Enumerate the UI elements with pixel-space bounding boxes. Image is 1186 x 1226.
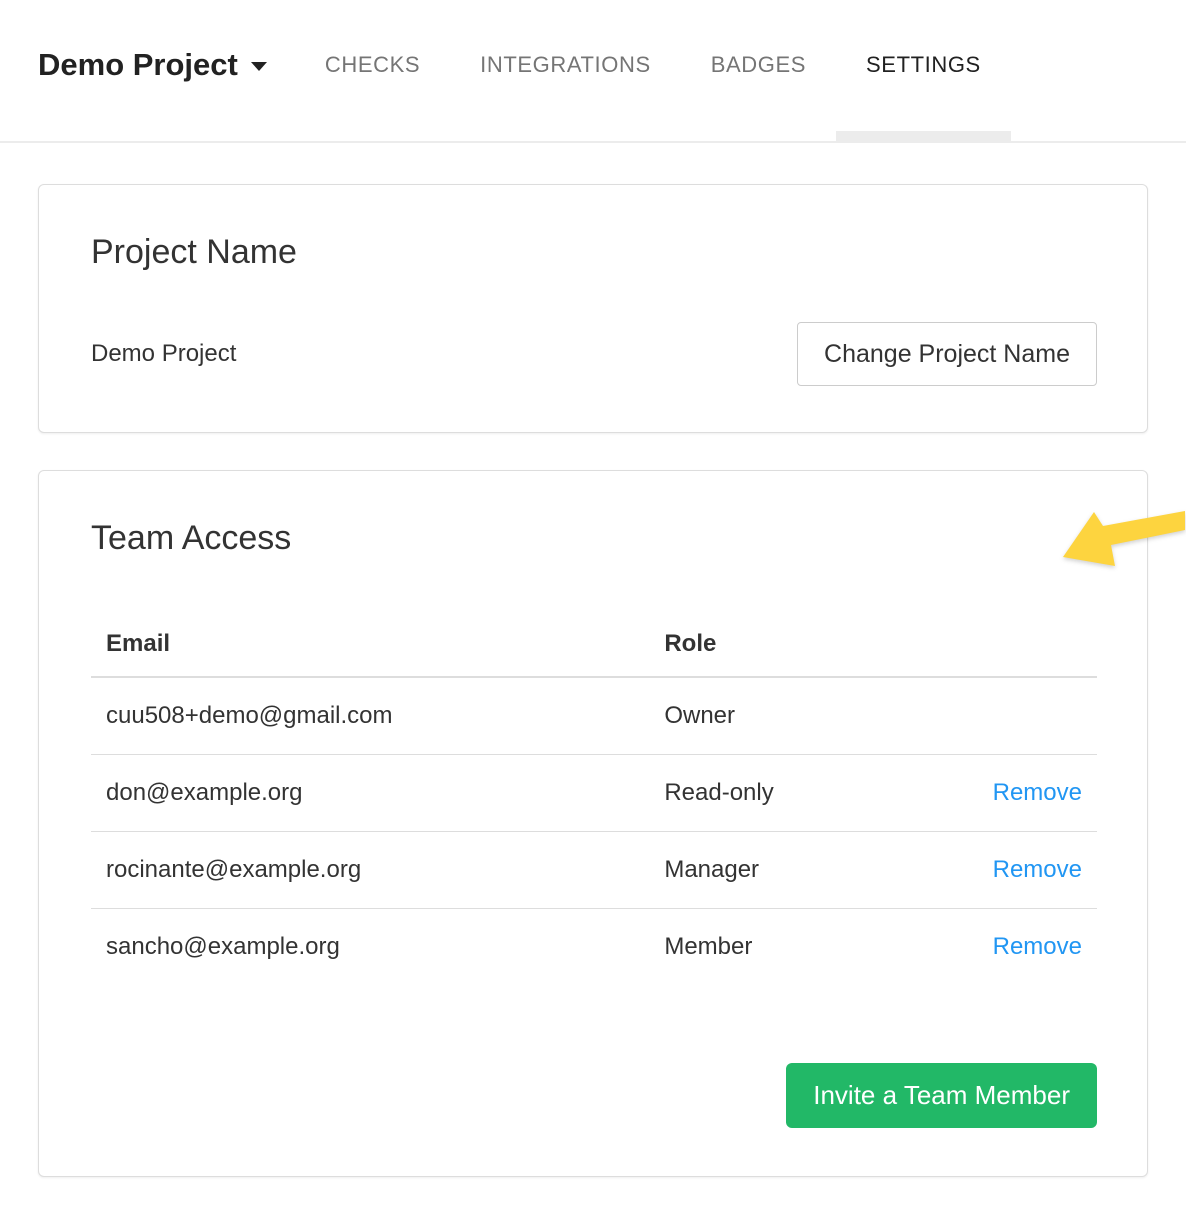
caret-down-icon <box>251 62 267 71</box>
member-action-cell: Remove <box>961 909 1097 986</box>
tab-badges[interactable]: BADGES <box>681 0 836 141</box>
remove-member-link[interactable]: Remove <box>993 856 1082 883</box>
member-email: don@example.org <box>91 755 649 832</box>
column-header-role: Role <box>649 618 961 677</box>
member-action-cell: Remove <box>961 755 1097 832</box>
table-row: don@example.org Read-only Remove <box>91 755 1097 832</box>
tab-integrations[interactable]: INTEGRATIONS <box>450 0 681 141</box>
team-members-table: Email Role cuu508+demo@gmail.com Owner d… <box>91 618 1097 985</box>
column-header-action <box>961 618 1097 677</box>
project-settings-page: { "nav": { "project_title": "Demo Projec… <box>0 0 1186 1226</box>
remove-member-link[interactable]: Remove <box>993 933 1082 960</box>
column-header-email: Email <box>91 618 649 677</box>
settings-content: Project Name Demo Project Change Project… <box>0 184 1186 1177</box>
member-role: Read-only <box>649 755 961 832</box>
table-row: sancho@example.org Member Remove <box>91 909 1097 986</box>
table-header: Email Role <box>91 618 1097 677</box>
change-project-name-button[interactable]: Change Project Name <box>797 322 1097 386</box>
project-name-card: Project Name Demo Project Change Project… <box>38 184 1148 433</box>
member-action-cell: Remove <box>961 832 1097 909</box>
project-switcher-label: Demo Project <box>38 47 238 83</box>
member-role: Manager <box>649 832 961 909</box>
remove-member-link[interactable]: Remove <box>993 779 1082 806</box>
invite-row: Invite a Team Member <box>91 1063 1097 1128</box>
project-tabs: CHECKS INTEGRATIONS BADGES SETTINGS <box>295 0 1011 141</box>
top-nav: Demo Project CHECKS INTEGRATIONS BADGES … <box>0 0 1186 143</box>
member-email: rocinante@example.org <box>91 832 649 909</box>
table-row: rocinante@example.org Manager Remove <box>91 832 1097 909</box>
table-row: cuu508+demo@gmail.com Owner <box>91 677 1097 755</box>
member-email: sancho@example.org <box>91 909 649 986</box>
tab-settings[interactable]: SETTINGS <box>836 0 1011 141</box>
team-access-card: Team Access Email Role cuu508+demo@gmail… <box>38 470 1148 1177</box>
member-action-cell <box>961 677 1097 755</box>
member-email: cuu508+demo@gmail.com <box>91 677 649 755</box>
invite-team-member-button[interactable]: Invite a Team Member <box>786 1063 1097 1128</box>
current-project-name: Demo Project <box>91 340 236 368</box>
project-name-heading: Project Name <box>91 233 1097 272</box>
member-role: Member <box>649 909 961 986</box>
member-role: Owner <box>649 677 961 755</box>
team-access-heading: Team Access <box>91 519 1097 558</box>
tab-checks[interactable]: CHECKS <box>295 0 450 141</box>
project-name-row: Demo Project Change Project Name <box>91 322 1097 386</box>
project-switcher-dropdown[interactable]: Demo Project <box>38 47 267 95</box>
